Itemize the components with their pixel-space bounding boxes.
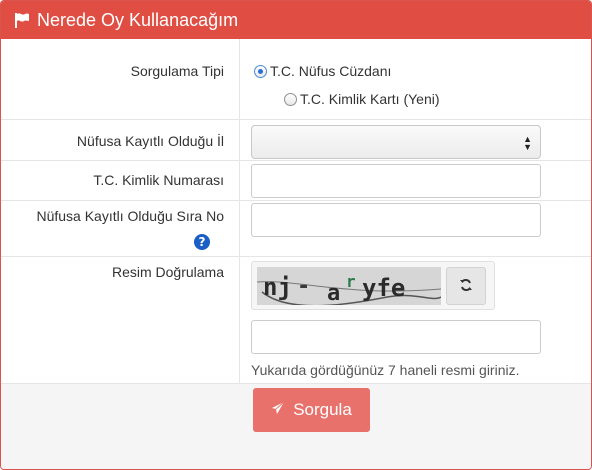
- refresh-icon: [459, 278, 473, 295]
- panel-title: Nerede Oy Kullanacağım: [37, 9, 239, 30]
- select-arrows-icon: ▲ ▼: [523, 134, 532, 152]
- refresh-captcha-button[interactable]: [446, 267, 486, 305]
- submit-label: Sorgula: [293, 400, 352, 419]
- radio-button-kimlik-karti[interactable]: [284, 92, 297, 106]
- tc-number-label: T.C. Kimlik Numarası: [93, 172, 224, 188]
- vote-location-panel: Nerede Oy Kullanacağım Sorgulama Tipi T.…: [0, 0, 592, 470]
- sequence-no-input[interactable]: [251, 203, 541, 237]
- svg-text:nj: nj: [263, 273, 292, 301]
- province-select[interactable]: ▲ ▼: [251, 125, 541, 159]
- tc-number-input[interactable]: [251, 164, 541, 198]
- captcha-hint: Yukarıda gördüğünüz 7 haneli resmi girin…: [251, 362, 520, 378]
- sequence-no-label: Nüfusa Kayıtlı Olduğu Sıra No: [36, 208, 224, 224]
- query-type-label: Sorgulama Tipi: [130, 63, 224, 79]
- query-type-row: Sorgulama Tipi T.C. Nüfus Cüzdanı T.C. K…: [1, 39, 591, 120]
- submit-button[interactable]: Sorgula: [253, 388, 370, 432]
- radio-label-nufus-cuzdani: T.C. Nüfus Cüzdanı: [270, 63, 392, 79]
- flag-icon: [13, 11, 31, 29]
- send-icon: [271, 400, 285, 420]
- radio-option-nufus-cuzdani[interactable]: T.C. Nüfus Cüzdanı: [254, 63, 391, 79]
- captcha-image: nj - a r yfe: [257, 267, 441, 305]
- radio-button-nufus-cuzdani[interactable]: [254, 64, 267, 78]
- question-icon[interactable]: ?: [194, 234, 210, 250]
- captcha-box: nj - a r yfe: [251, 261, 495, 310]
- svg-text:-: -: [297, 274, 310, 299]
- svg-text:r: r: [346, 272, 356, 291]
- captcha-label: Resim Doğrulama: [111, 264, 224, 280]
- captcha-input[interactable]: [251, 320, 541, 354]
- radio-label-kimlik-karti: T.C. Kimlik Kartı (Yeni): [300, 91, 440, 107]
- panel-header: Nerede Oy Kullanacağım: [1, 1, 591, 39]
- svg-text:a: a: [327, 281, 340, 305]
- svg-text:yfe: yfe: [362, 274, 405, 302]
- province-label: Nüfusa Kayıtlı Olduğu İl: [76, 133, 224, 149]
- radio-option-kimlik-karti[interactable]: T.C. Kimlik Kartı (Yeni): [284, 91, 440, 107]
